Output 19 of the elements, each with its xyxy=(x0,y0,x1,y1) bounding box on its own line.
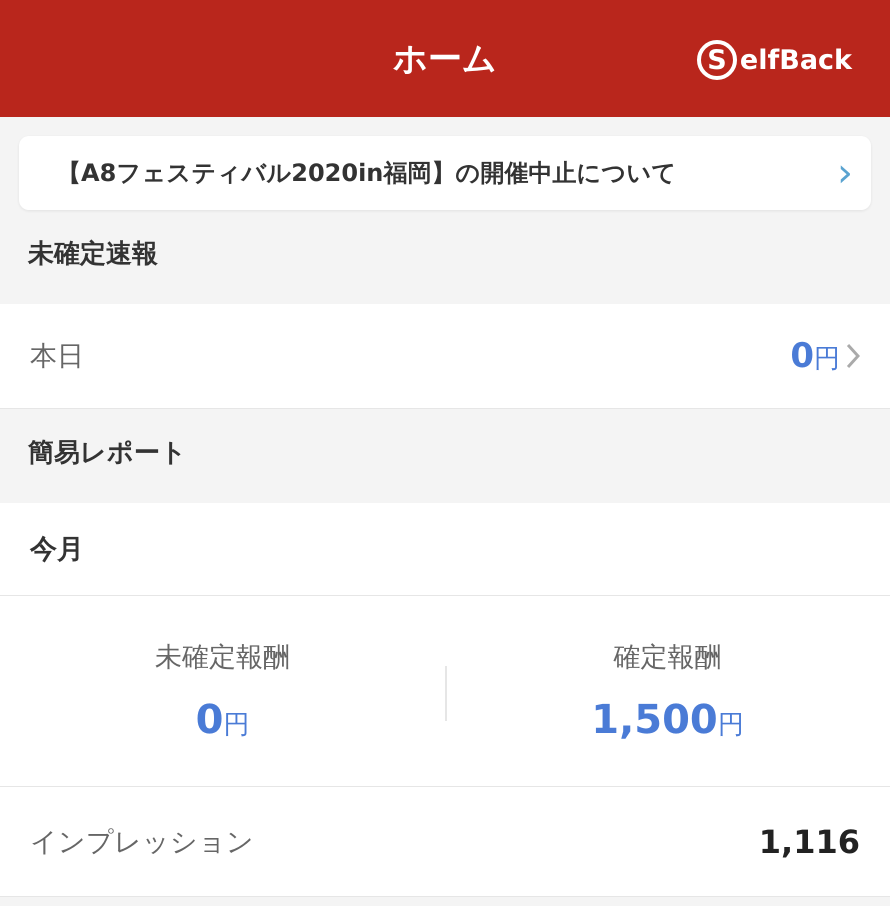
row-label: インプレッション xyxy=(30,826,254,860)
logo-mark: S xyxy=(696,40,737,80)
list-row[interactable]: 本日 0円 xyxy=(0,304,890,409)
stat-label: 未確定報酬 xyxy=(155,641,290,675)
chevron-icon xyxy=(846,343,860,369)
section-title: 未確定速報 xyxy=(26,238,159,271)
stat-value: 0円 xyxy=(196,697,250,743)
page-title: ホーム xyxy=(393,38,497,80)
section-title: 簡易レポート xyxy=(26,437,188,470)
logo-text: elfBack xyxy=(740,46,852,74)
stat-value: 1,500円 xyxy=(591,697,744,743)
chevron-icon: › xyxy=(837,153,853,193)
stat-label: 確定報酬 xyxy=(614,641,722,675)
row-label: 今月 xyxy=(30,533,84,567)
notice-text: 【A8フェスティバル2020in福岡】の開催中止について xyxy=(57,158,676,189)
amount-value: 0円 xyxy=(790,336,840,376)
notice-banner[interactable]: 【A8フェスティバル2020in福岡】の開催中止について › xyxy=(19,136,871,210)
row-value: 1,116 xyxy=(758,822,860,860)
row-label: 本日 xyxy=(30,340,84,374)
